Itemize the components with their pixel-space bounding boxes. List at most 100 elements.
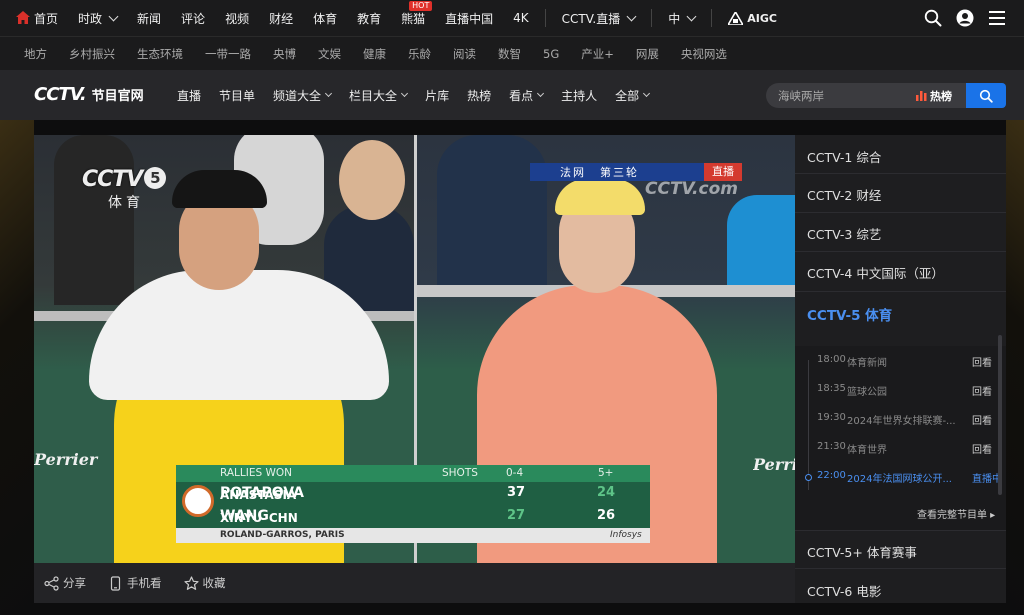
schedule-row-live[interactable]: 22:00 2024年法国网球公开... 直播中 [795, 466, 1006, 486]
video-player[interactable]: CCTV 5 体育 Perrier 法网 第三轮 直播 CCTV.com Perr… [34, 135, 795, 563]
chevron-down-icon [537, 89, 545, 98]
watch-on-phone-button[interactable]: 手机看 [108, 575, 162, 591]
spectator [727, 195, 795, 295]
topnav-live-china[interactable]: 直播中国 [435, 0, 503, 36]
subnav-item[interactable]: 地方 [24, 46, 47, 62]
channel-cctv-5-plus[interactable]: CCTV-5+ 体育赛事 [807, 542, 917, 561]
chevron-down-icon [686, 11, 697, 21]
spectator [339, 140, 405, 220]
nav-channels[interactable]: 频道大全 [273, 87, 333, 104]
full-schedule-link[interactable]: 查看完整节目单 ▸ [917, 506, 995, 521]
topnav-sports[interactable]: 体育 [303, 0, 347, 36]
topnav-finance[interactable]: 财经 [259, 0, 303, 36]
topnav-education[interactable]: 教育 [347, 0, 391, 36]
subnav-item[interactable]: 文娱 [318, 46, 341, 62]
divider [795, 530, 1006, 531]
topnav-home[interactable]: 首页 [0, 0, 68, 36]
live-dot-icon [805, 474, 812, 481]
divider [711, 9, 713, 27]
replay-link[interactable]: 回看 [972, 412, 992, 427]
channel-cctv-2[interactable]: CCTV-2 财经 [807, 185, 881, 204]
schedule-row[interactable]: 18:00 体育新闻 回看 [795, 350, 1006, 370]
topnav-panda[interactable]: 熊猫 HOT [391, 0, 435, 36]
schedule-row[interactable]: 19:30 2024年世界女排联赛-... 回看 [795, 408, 1006, 428]
subnav-item[interactable]: 健康 [363, 46, 386, 62]
subnav-item[interactable]: 乡村振兴 [69, 46, 115, 62]
scoreboard-header: RALLIES WON SHOTS 0-4 5+ [176, 465, 650, 482]
channel-cctv-1[interactable]: CCTV-1 综合 [807, 147, 881, 166]
divider [651, 9, 653, 27]
program-nav: 直播 节目单 频道大全 栏目大全 片库 热榜 看点 主持人 全部 [168, 70, 658, 120]
divider [795, 251, 1006, 252]
program-header: CCTV. 节目官网 直播 节目单 频道大全 栏目大全 片库 热榜 看点 主持人… [0, 70, 1024, 120]
divider [544, 9, 546, 27]
cctv-watermark: CCTV.com [645, 179, 738, 199]
nav-library[interactable]: 片库 [425, 87, 449, 104]
sub-navigation: 地方 乡村振兴 生态环境 一带一路 央博 文娱 健康 乐龄 阅读 数智 5G 产… [0, 36, 1024, 70]
aigc-link[interactable]: AIGC [718, 0, 787, 36]
nav-highlights[interactable]: 看点 [509, 87, 545, 104]
menu-icon[interactable] [988, 9, 1006, 27]
subnav-item[interactable]: 乐龄 [408, 46, 431, 62]
nav-schedule[interactable]: 节目单 [219, 87, 255, 104]
spectator [54, 135, 134, 305]
channel-cctv-3[interactable]: CCTV-3 综艺 [807, 224, 881, 243]
share-button[interactable]: 分享 [44, 575, 86, 591]
search-icon[interactable] [924, 9, 942, 27]
hot-list-link[interactable]: 热榜 [916, 83, 952, 108]
favorite-button[interactable]: 收藏 [183, 575, 226, 591]
channel-cctv-5[interactable]: CCTV-5 体育 [807, 304, 892, 324]
nav-live[interactable]: 直播 [177, 87, 201, 104]
replay-link[interactable]: 回看 [972, 354, 992, 369]
logo-subtitle: 节目官网 [91, 89, 144, 104]
scoreboard-row: ANASTASIA POTAPOVA 37 24 [176, 482, 650, 505]
topnav-video[interactable]: 视频 [215, 0, 259, 36]
player-cap [172, 170, 267, 208]
schedule-row[interactable]: 18:35 篮球公园 回看 [795, 379, 1006, 399]
subnav-item[interactable]: 央博 [273, 46, 296, 62]
chevron-down-icon [401, 89, 409, 98]
language-select[interactable]: 中 [658, 0, 705, 36]
site-logo[interactable]: CCTV. 节目官网 [34, 84, 144, 105]
top-navigation: 首页 时政 新闻 评论 视频 财经 体育 教育 熊猫 HOT 直播中国 4K CC… [0, 0, 1024, 36]
chevron-down-icon [325, 89, 333, 98]
subnav-item[interactable]: 央视网选 [681, 46, 727, 62]
subnav-item[interactable]: 一带一路 [205, 46, 251, 62]
topnav-4k[interactable]: 4K [503, 0, 539, 36]
topnav-cctv-live[interactable]: CCTV.直播 [552, 0, 646, 36]
hot-badge: HOT [409, 1, 433, 11]
channel-cctv-6[interactable]: CCTV-6 电影 [807, 581, 881, 600]
scoreboard-row: XINYU WANG CHN 27 26 [176, 505, 650, 528]
channel-list: CCTV-1 综合 CCTV-2 财经 CCTV-3 综艺 CCTV-4 中文国… [795, 135, 1006, 603]
subnav-item[interactable]: 网展 [636, 46, 659, 62]
subnav-item[interactable]: 数智 [498, 46, 521, 62]
channel-cctv-4[interactable]: CCTV-4 中文国际（亚） [807, 263, 944, 282]
nav-hosts[interactable]: 主持人 [561, 87, 597, 104]
schedule-row[interactable]: 21:30 体育世界 回看 [795, 437, 1006, 457]
divider [795, 291, 1006, 292]
court-ad: Perrier [753, 455, 795, 474]
topnav-news[interactable]: 新闻 [127, 0, 171, 36]
subnav-item[interactable]: 产业+ [581, 46, 614, 62]
nav-hot-list[interactable]: 热榜 [467, 87, 491, 104]
topnav-comment[interactable]: 评论 [171, 0, 215, 36]
replay-link[interactable]: 回看 [972, 383, 992, 398]
subnav-item[interactable]: 阅读 [453, 46, 476, 62]
nav-all[interactable]: 全部 [615, 87, 651, 104]
subnav-item[interactable]: 生态环境 [137, 46, 183, 62]
court-ad: Perrier [34, 450, 98, 469]
chevron-down-icon [643, 89, 651, 98]
search-button[interactable] [966, 83, 1006, 108]
channel-list-scrollbar[interactable] [998, 335, 1002, 495]
search-input[interactable] [778, 83, 908, 108]
bar-chart-icon [916, 91, 927, 101]
user-icon[interactable] [956, 9, 974, 27]
logo-cctv: CCTV. [34, 84, 87, 105]
topnav-politics[interactable]: 时政 [68, 0, 127, 36]
replay-link[interactable]: 回看 [972, 441, 992, 456]
nav-columns[interactable]: 栏目大全 [349, 87, 409, 104]
chevron-down-icon [108, 11, 119, 21]
subnav-item[interactable]: 5G [543, 47, 559, 61]
scoreboard-footer: ROLAND-GARROS, PARIS Infosys [176, 528, 650, 543]
search-icon [979, 89, 993, 103]
